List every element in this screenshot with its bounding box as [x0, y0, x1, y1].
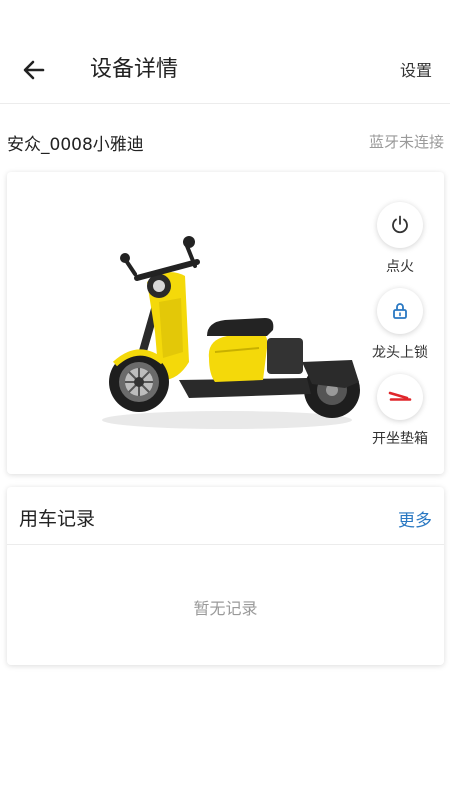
settings-button[interactable]: 设置 — [400, 56, 432, 86]
records-more-link[interactable]: 更多 — [398, 506, 432, 531]
power-icon — [392, 215, 408, 234]
handlebar-lock-button[interactable]: 龙头上锁 — [365, 288, 435, 362]
open-seat-box-label: 开坐垫箱 — [372, 431, 428, 447]
device-detail-screen: 设备详情 设置 安众_0008小雅迪 蓝牙未连接 点火 龙头上锁 开坐垫箱 用车… — [0, 0, 450, 800]
open-seat-box-button[interactable]: 开坐垫箱 — [365, 374, 435, 448]
vehicle-card: 点火 龙头上锁 开坐垫箱 — [7, 172, 444, 474]
handlebar-lock-label: 龙头上锁 — [372, 345, 428, 361]
lock-icon — [393, 303, 407, 319]
usage-records-card: 用车记录 更多 暂无记录 — [7, 487, 444, 665]
ignition-label: 点火 — [386, 259, 414, 275]
seat-box-icon — [388, 391, 412, 401]
bluetooth-status: 蓝牙未连接 — [368, 133, 444, 151]
back-button[interactable] — [18, 54, 50, 86]
ignition-button[interactable]: 点火 — [365, 202, 435, 276]
scooter-image — [102, 236, 360, 429]
records-title: 用车记录 — [19, 508, 96, 530]
records-header: 用车记录 更多 — [7, 487, 444, 545]
top-app-bar: 设备详情 设置 — [0, 0, 450, 104]
device-name: 安众_0008小雅迪 — [7, 135, 144, 155]
arrow-left-icon — [23, 60, 45, 80]
device-info-bar: 安众_0008小雅迪 蓝牙未连接 — [0, 122, 450, 162]
records-empty-text: 暂无记录 — [193, 599, 258, 618]
page-title: 设备详情 — [90, 57, 179, 82]
